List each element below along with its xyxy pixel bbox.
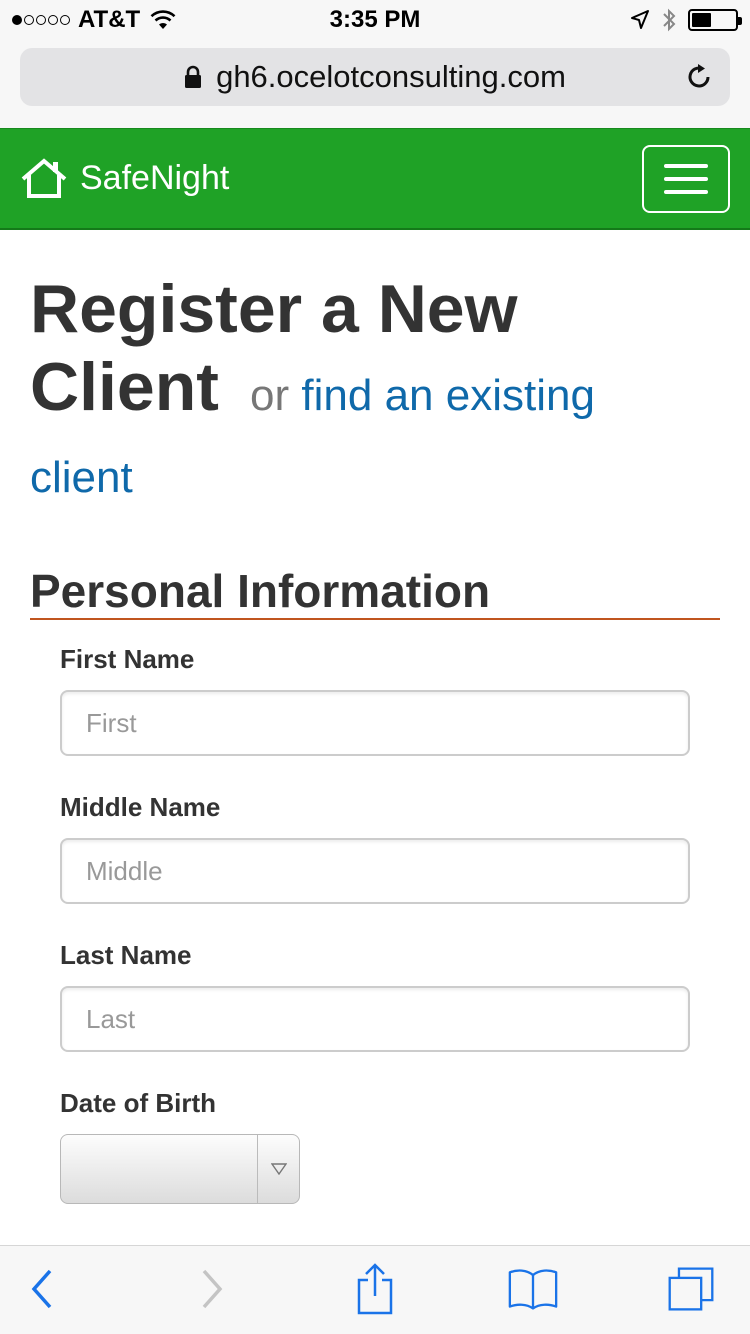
brand-link[interactable]: SafeNight <box>20 157 229 199</box>
status-bar: AT&T 3:35 PM <box>0 0 750 40</box>
back-button[interactable] <box>18 1264 68 1314</box>
middle-name-group: Middle Name <box>60 792 690 904</box>
bookmarks-icon <box>508 1269 558 1310</box>
share-icon <box>357 1263 393 1315</box>
reload-icon[interactable] <box>684 62 714 92</box>
location-arrow-icon <box>631 10 649 29</box>
hamburger-line <box>664 190 708 194</box>
hamburger-menu-button[interactable] <box>642 145 730 213</box>
date-of-birth-group: Date of Birth <box>60 1088 690 1204</box>
chevron-down-icon <box>270 1163 287 1175</box>
first-name-group: First Name <box>60 644 690 756</box>
middle-name-label: Middle Name <box>60 792 221 822</box>
forward-icon <box>202 1269 223 1309</box>
tabs-button[interactable] <box>666 1264 716 1314</box>
battery-icon <box>688 9 742 31</box>
first-name-input[interactable] <box>60 690 690 756</box>
date-of-birth-label: Date of Birth <box>60 1088 216 1118</box>
lock-icon <box>185 65 202 88</box>
house-icon <box>21 158 67 198</box>
title-line-1: Register a New <box>30 271 518 347</box>
address-bar[interactable]: gh6.ocelotconsulting.com <box>20 48 730 106</box>
url-text[interactable]: gh6.ocelotconsulting.com <box>216 59 566 95</box>
or-word: or <box>250 371 290 420</box>
forward-button[interactable] <box>186 1264 236 1314</box>
date-of-birth-select[interactable] <box>60 1134 300 1204</box>
status-right <box>630 8 742 32</box>
site-navbar: SafeNight <box>0 128 750 230</box>
find-existing-client-link-continued[interactable]: client <box>30 453 720 503</box>
hamburger-menu-icon <box>664 164 708 168</box>
battery-level <box>692 13 711 27</box>
last-name-group: Last Name <box>60 940 690 1052</box>
page-title: Register a New Client or find an existin… <box>30 270 720 435</box>
hamburger-line <box>664 177 708 181</box>
section-title-personal-information: Personal Information <box>30 566 720 620</box>
select-arrow-area[interactable] <box>257 1135 299 1203</box>
or-text: or <box>238 371 302 420</box>
find-existing-client-link[interactable]: find an existing <box>301 371 595 420</box>
title-line-2: Client <box>30 349 219 425</box>
page-header: Register a New Client or find an existin… <box>30 270 720 503</box>
brand-name[interactable]: SafeNight <box>80 159 229 198</box>
bluetooth-icon <box>663 8 676 32</box>
bookmarks-button[interactable] <box>508 1264 558 1314</box>
browser-chrome: gh6.ocelotconsulting.com <box>0 40 750 128</box>
browser-toolbar <box>0 1245 750 1334</box>
share-button[interactable] <box>350 1263 400 1315</box>
last-name-input[interactable] <box>60 986 690 1052</box>
last-name-label: Last Name <box>60 940 192 970</box>
middle-name-input[interactable] <box>60 838 690 904</box>
back-icon <box>31 1269 52 1309</box>
first-name-label: First Name <box>60 644 195 674</box>
tabs-icon <box>668 1267 714 1311</box>
